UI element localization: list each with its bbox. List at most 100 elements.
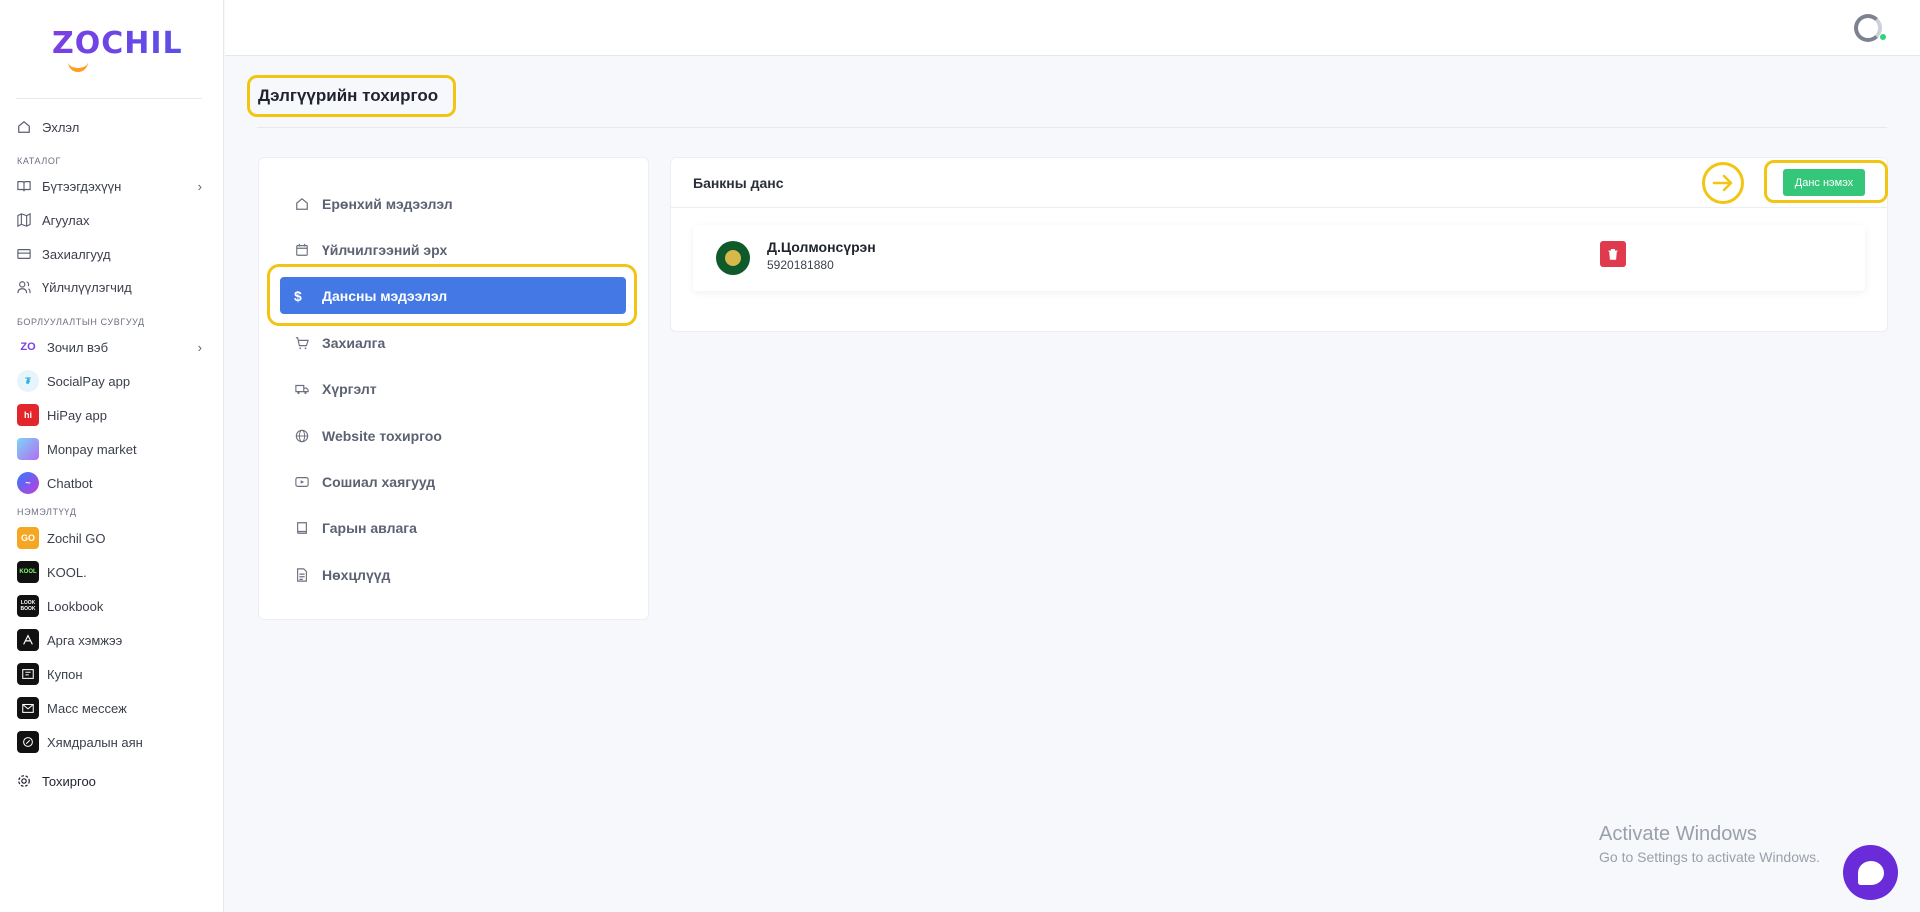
sidebar-item-products[interactable]: Бүтээгдэхүүн › [16, 174, 202, 198]
credit-card-icon [16, 246, 32, 262]
menu-item-label: Сошиал хаягууд [322, 474, 436, 490]
sidebar-item-label: Эхлэл [42, 119, 80, 135]
youtube-icon [294, 474, 310, 490]
socialpay-icon: ₮ [17, 370, 39, 392]
sidebar-item-label: Агуулах [42, 212, 90, 228]
document-icon [294, 567, 310, 583]
top-header [225, 0, 1920, 56]
map-icon [16, 212, 32, 228]
sidebar-item-coupon[interactable]: Купон [16, 662, 202, 686]
account-holder-name: Д.Цолмонсүрэн [767, 239, 876, 255]
settings-menu-general[interactable]: Ерөнхий мэдээлэл [294, 191, 614, 217]
kool-icon: KOOL [17, 561, 39, 583]
sidebar-item-label: Chatbot [47, 475, 93, 491]
trash-icon [1608, 249, 1618, 260]
settings-menu-social[interactable]: Сошиал хаягууд [294, 469, 614, 495]
sidebar-item-label: Бүтээгдэхүүн [42, 178, 122, 194]
sidebar-item-lookbook[interactable]: LOOK BOOK Lookbook [16, 594, 202, 618]
bank-account-row [693, 225, 1865, 291]
sidebar-divider [16, 98, 202, 99]
settings-menu-guide[interactable]: Гарын авлага [294, 515, 614, 541]
sidebar-item-zochil-go[interactable]: GO Zochil GO [16, 526, 202, 550]
sidebar-item-chatbot[interactable]: ~ Chatbot [16, 471, 202, 495]
home-icon [294, 196, 310, 212]
title-divider [257, 127, 1887, 128]
user-avatar[interactable] [1854, 14, 1882, 42]
users-icon [16, 279, 32, 295]
windows-watermark-title: Activate Windows [1599, 823, 1757, 845]
sidebar-item-customers[interactable]: Үйлчлүүлэгчид [16, 275, 202, 299]
truck-icon [294, 381, 310, 397]
add-account-button[interactable]: Данс нэмэх [1783, 169, 1865, 196]
menu-item-label: Дансны мэдээлэл [322, 287, 448, 304]
sidebar-item-zochil-web[interactable]: ZO Зочил вэб › [16, 335, 202, 359]
zochil-go-icon: GO [17, 527, 39, 549]
section-label-addons: НЭМЭЛТҮҮД [17, 507, 77, 517]
sidebar-item-events[interactable]: Арга хэмжээ [16, 628, 202, 652]
menu-item-label: Нөхцлүүд [322, 567, 391, 583]
settings-menu-delivery[interactable]: Хүргэлт [294, 376, 614, 402]
gear-icon [16, 773, 32, 789]
sidebar-item-label: HiPay app [47, 407, 107, 423]
bank-card-divider [671, 207, 1887, 208]
delete-account-button[interactable] [1600, 241, 1626, 267]
sidebar-item-mass-message[interactable]: Масс мессеж [16, 696, 202, 720]
sidebar-item-label: Арга хэмжээ [47, 632, 123, 648]
bank-card-title: Банкны данс [693, 175, 784, 191]
sidebar-item-label: Масс мессеж [47, 700, 127, 716]
chevron-right-icon: › [197, 339, 202, 355]
sidebar-item-warehouse[interactable]: Агуулах [16, 208, 202, 232]
cart-icon [294, 335, 310, 351]
menu-item-label: Ерөнхий мэдээлэл [322, 196, 453, 212]
messenger-icon: ~ [17, 472, 39, 494]
menu-item-label: Захиалга [322, 335, 386, 351]
sidebar-item-hipay[interactable]: hi HiPay app [16, 403, 202, 427]
chevron-right-icon: › [197, 178, 202, 194]
book-icon [16, 178, 32, 194]
sidebar-item-label: Lookbook [47, 598, 104, 614]
menu-item-label: Хүргэлт [322, 381, 377, 397]
sidebar-item-label: Үйлчлүүлэгчид [42, 279, 132, 295]
event-icon [17, 629, 39, 651]
lookbook-icon: LOOK BOOK [17, 595, 39, 617]
mail-icon [17, 697, 39, 719]
bank-logo-icon [716, 241, 750, 275]
discount-icon [17, 731, 39, 753]
settings-menu-website[interactable]: Website тохиргоо [294, 423, 614, 449]
zochil-logo[interactable]: ZOCHIL [52, 26, 182, 72]
sidebar: ZOCHIL Эхлэл КАТАЛОГ Бүтээгдэхүүн › Агуу… [0, 0, 224, 912]
page-title: Дэлгүүрийн тохиргоо [258, 86, 439, 105]
sidebar-item-label: SocialPay app [47, 373, 131, 389]
sidebar-item-settings[interactable]: Тохиргоо [16, 769, 202, 793]
book-icon [294, 520, 310, 536]
sidebar-item-label: Зочил вэб [47, 339, 109, 355]
arrow-right-icon [1702, 162, 1744, 204]
sidebar-item-label: Monpay market [47, 441, 137, 457]
online-status-dot [1879, 33, 1887, 41]
home-icon [16, 119, 32, 135]
sidebar-item-kool[interactable]: KOOL KOOL. [16, 560, 202, 584]
sidebar-item-label: Zochil GO [47, 530, 106, 546]
windows-watermark-subtitle: Go to Settings to activate Windows. [1599, 849, 1820, 865]
sidebar-item-socialpay[interactable]: ₮ SocialPay app [16, 369, 202, 393]
logo-text: ZOCHIL [52, 26, 183, 61]
sidebar-item-orders[interactable]: Захиалгууд [16, 242, 202, 266]
chat-support-button[interactable] [1843, 845, 1898, 900]
monpay-icon [17, 438, 39, 460]
settings-menu-terms[interactable]: Нөхцлүүд [294, 562, 614, 588]
sidebar-item-home[interactable]: Эхлэл [16, 115, 202, 139]
calendar-icon [294, 242, 310, 258]
menu-item-label: Гарын авлага [322, 520, 417, 536]
account-number: 5920181880 [767, 258, 834, 272]
sidebar-item-label: Захиалгууд [42, 246, 111, 262]
chat-bubble-icon [1857, 860, 1884, 885]
dollar-icon: $ [294, 287, 302, 304]
settings-menu-bank-info[interactable]: $ Дансны мэдээлэл [280, 277, 626, 314]
settings-menu-order[interactable]: Захиалга [294, 330, 614, 356]
sidebar-item-label: Тохиргоо [42, 773, 96, 789]
sidebar-item-monpay[interactable]: Monpay market [16, 437, 202, 461]
sidebar-item-sale-campaign[interactable]: Хямдралын аян [16, 730, 202, 754]
settings-menu-service[interactable]: Үйлчилгээний эрх [294, 237, 614, 263]
menu-item-label: Үйлчилгээний эрх [322, 242, 448, 258]
sidebar-item-label: Купон [47, 666, 83, 682]
